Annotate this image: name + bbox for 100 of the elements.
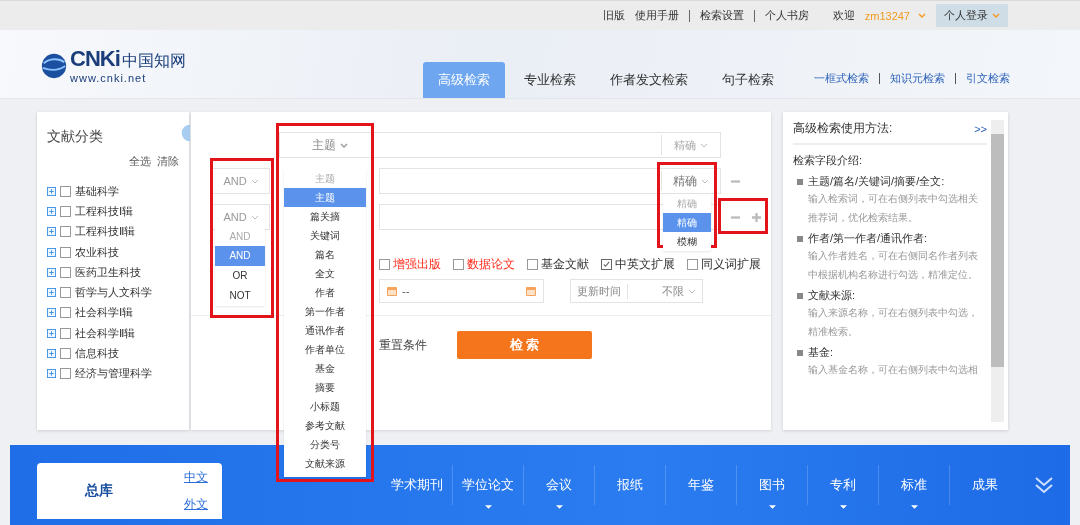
category-checkbox[interactable] — [60, 327, 71, 339]
language-link[interactable]: 中文 — [184, 469, 208, 486]
option-checkbox[interactable] — [453, 259, 464, 270]
calendar-icon[interactable] — [386, 285, 398, 297]
expand-more-icon[interactable] — [1034, 475, 1054, 495]
expand-icon[interactable] — [47, 288, 56, 298]
collapse-handle-icon[interactable] — [180, 124, 190, 142]
more-link[interactable]: >> — [974, 122, 987, 135]
top-link[interactable]: 使用手册 — [634, 8, 679, 23]
category-checkbox[interactable] — [60, 266, 71, 278]
submenu-arrow-icon[interactable] — [484, 505, 492, 509]
dropdown-option[interactable]: 基金 — [284, 359, 366, 378]
category-checkbox[interactable] — [60, 246, 71, 258]
dropdown-option[interactable]: 参考文献 — [284, 416, 366, 435]
dropdown-option[interactable]: 分类号 — [284, 435, 366, 454]
database-link[interactable]: 报纸 — [617, 476, 643, 494]
option-checkbox[interactable] — [687, 259, 698, 270]
category-checkbox[interactable] — [60, 205, 71, 217]
database-link[interactable]: 年鉴 — [688, 476, 714, 494]
date-range-field[interactable]: -- — [379, 279, 544, 303]
database-link[interactable]: 成果 — [972, 476, 998, 494]
dropdown-option[interactable]: 篇关摘 — [284, 207, 366, 226]
category-checkbox[interactable] — [60, 226, 71, 238]
select-all-link[interactable]: 全选 — [129, 154, 151, 169]
login-button[interactable]: 个人登录 — [936, 4, 1008, 27]
option-checkbox[interactable] — [527, 259, 538, 270]
expand-icon[interactable] — [47, 227, 56, 237]
bullet-icon — [797, 292, 803, 299]
dropdown-option[interactable]: 关键词 — [284, 226, 366, 245]
expand-icon[interactable] — [47, 247, 56, 257]
calendar-icon[interactable] — [525, 285, 537, 297]
all-database-tab[interactable]: 总库 — [85, 482, 113, 500]
add-row-icon[interactable] — [751, 211, 762, 223]
dropdown-option[interactable]: OR — [215, 266, 265, 286]
database-link[interactable]: 学术期刊 — [391, 476, 443, 494]
help-title: 高级检索使用方法: — [793, 120, 893, 137]
category-checkbox[interactable] — [60, 348, 71, 359]
category-checkbox[interactable] — [60, 368, 71, 380]
date-separator: -- — [402, 285, 410, 297]
option-checkbox[interactable] — [379, 259, 390, 270]
expand-icon[interactable] — [47, 308, 56, 318]
submenu-arrow-icon[interactable] — [910, 505, 918, 509]
dropdown-option[interactable]: 小标题 — [284, 397, 366, 416]
database-link[interactable]: 专利 — [830, 476, 856, 494]
language-link[interactable]: 外文 — [184, 496, 208, 513]
expand-icon[interactable] — [47, 186, 56, 196]
database-link[interactable]: 图书 — [759, 476, 785, 494]
search-tab[interactable]: 作者发文检索 — [595, 62, 703, 98]
category-checkbox[interactable] — [60, 307, 71, 319]
scrollbar[interactable] — [991, 120, 1004, 422]
search-tab[interactable]: 句子检索 — [707, 62, 789, 98]
reset-link[interactable]: 重置条件 — [379, 336, 427, 354]
expand-icon[interactable] — [47, 369, 56, 379]
dropdown-option[interactable]: 模糊 — [663, 232, 711, 251]
logo-name: 中国知网 — [121, 51, 186, 72]
submenu-arrow-icon[interactable] — [555, 505, 563, 509]
expand-icon[interactable] — [47, 267, 56, 277]
search-mode-link[interactable]: 一框式检索 — [814, 70, 869, 86]
database-link[interactable]: 标准 — [901, 476, 927, 494]
dropdown-option[interactable]: 文献来源 — [284, 454, 366, 473]
dropdown-option[interactable]: 全文 — [284, 264, 366, 283]
logo-wordmark: CNKi — [70, 48, 120, 70]
submenu-arrow-icon[interactable] — [768, 505, 776, 509]
expand-icon[interactable] — [47, 328, 56, 338]
option-checkbox[interactable] — [601, 259, 612, 270]
update-time-select[interactable]: 更新时间 不限 — [570, 279, 703, 303]
search-mode-link[interactable]: 引文检索 — [966, 70, 1010, 86]
section-text: 输入基金名称，可在右侧列表中勾选相 — [807, 363, 979, 377]
dropdown-option[interactable]: 第一作者 — [284, 302, 366, 321]
caret-icon — [688, 288, 696, 294]
dropdown-option[interactable]: 篇名 — [284, 245, 366, 264]
panel-title: 文献分类 — [47, 128, 103, 146]
section-text: 输入检索词，可在右侧列表中勾选相关推荐词，优化检索结果。 — [807, 192, 979, 225]
submenu-arrow-icon[interactable] — [839, 505, 847, 509]
dropdown-option[interactable]: 作者单位 — [284, 340, 366, 359]
clear-link[interactable]: 清除 — [157, 154, 179, 169]
search-mode-link[interactable]: 知识元检索 — [890, 70, 945, 86]
field-select[interactable]: 主题 — [279, 132, 379, 158]
dropdown-option[interactable]: 作者 — [284, 283, 366, 302]
top-link[interactable]: 旧版 — [602, 8, 625, 23]
expand-icon[interactable] — [47, 206, 56, 216]
expand-icon[interactable] — [47, 349, 56, 358]
top-link[interactable]: 检索设置 — [699, 8, 744, 23]
database-link[interactable]: 学位论文 — [462, 476, 514, 494]
category-checkbox[interactable] — [60, 287, 71, 299]
option-label: 同义词扩展 — [701, 256, 761, 273]
welcome-text: 欢迎 — [832, 8, 855, 23]
section-heading: 基金: — [808, 345, 834, 360]
section-text: 输入来源名称，可在右侧列表中勾选，精准检索。 — [807, 306, 979, 339]
caret-icon — [918, 13, 926, 18]
database-link[interactable]: 会议 — [546, 476, 572, 494]
top-link[interactable]: 个人书房 — [764, 8, 809, 23]
keyword-input[interactable] — [379, 132, 661, 158]
dropdown-option[interactable]: 摘要 — [284, 378, 366, 397]
category-label: 社会科学Ⅱ辑 — [75, 325, 136, 341]
option-label: 基金文献 — [541, 256, 589, 273]
dropdown-option[interactable]: 通讯作者 — [284, 321, 366, 340]
search-tab[interactable]: 专业检索 — [509, 62, 591, 98]
dropdown-option[interactable]: NOT — [215, 286, 265, 306]
category-checkbox[interactable] — [60, 185, 71, 197]
